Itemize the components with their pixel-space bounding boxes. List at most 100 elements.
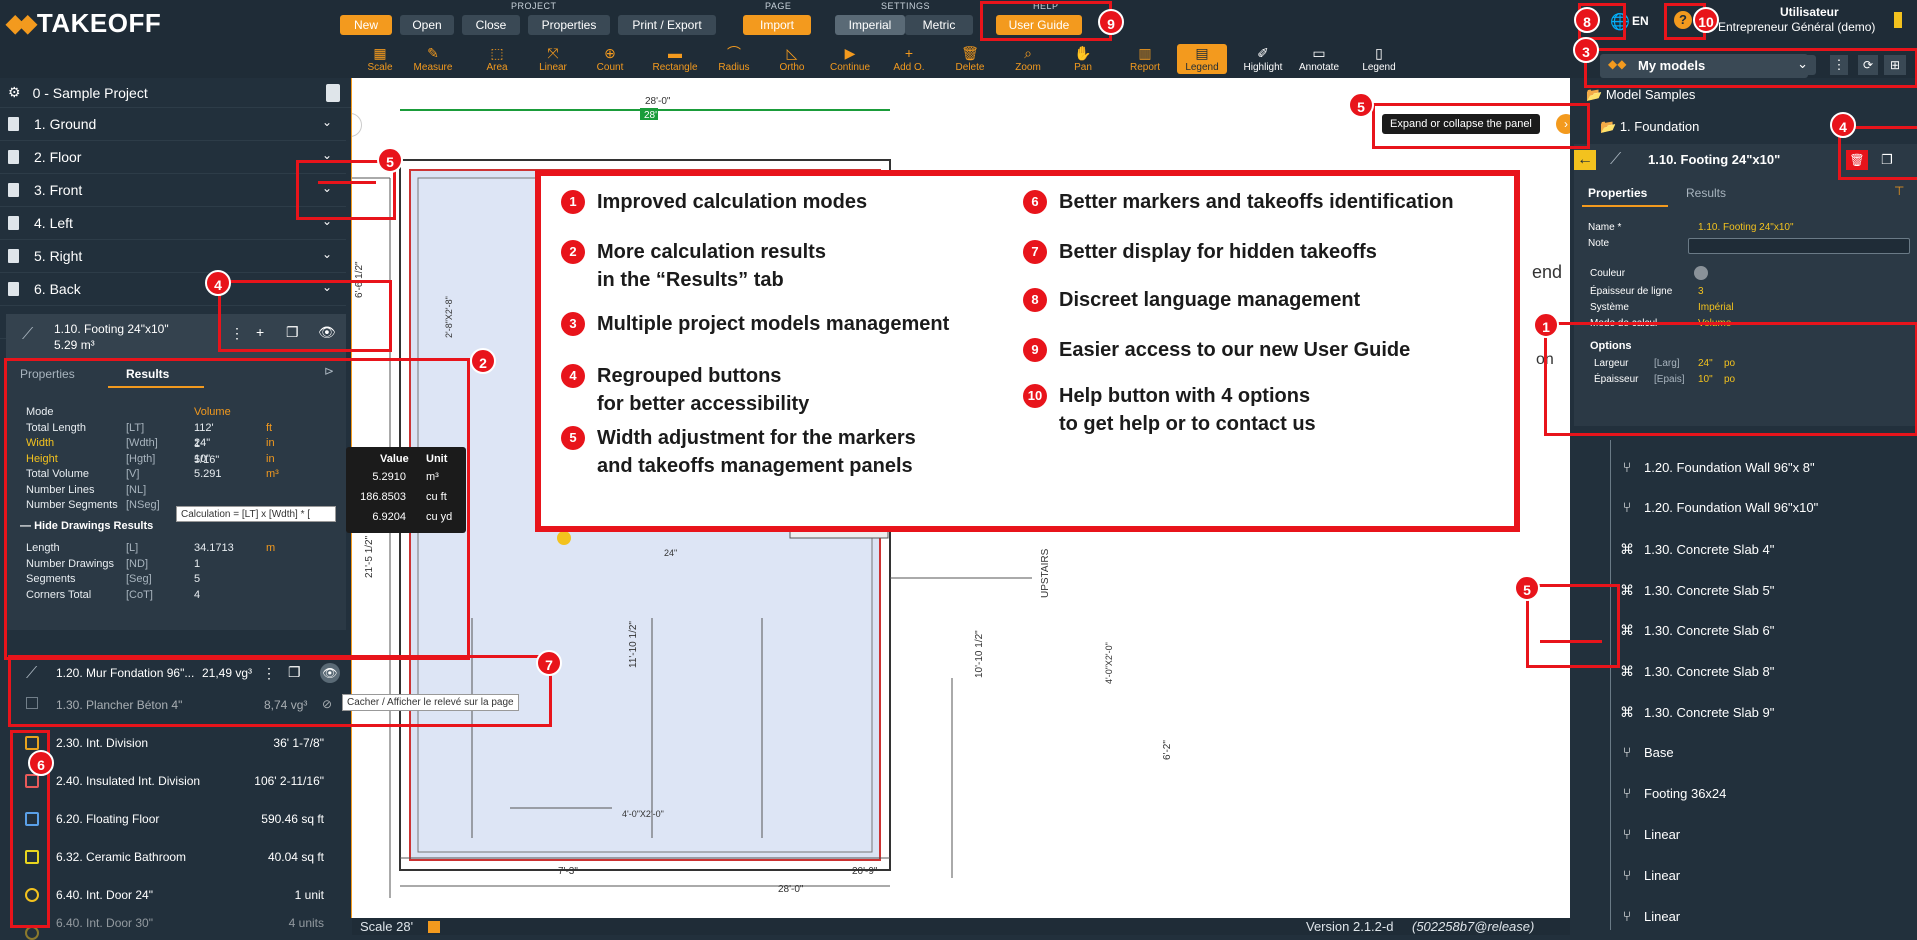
page-item[interactable]: 2. Floor ⌄ <box>0 141 346 174</box>
tool-highlight-button[interactable]: ✐ Highlight <box>1238 44 1288 73</box>
model-item[interactable]: ⑂ Footing 36x24 <box>1620 783 1727 803</box>
note-input[interactable] <box>1688 238 1910 254</box>
tool-add-o-button[interactable]: + Add O. <box>884 44 934 73</box>
imperial-button[interactable]: Imperial <box>835 15 905 35</box>
page-icon <box>8 282 19 296</box>
foundation-label: 1. Foundation <box>1619 119 1700 134</box>
system-value[interactable]: Impérial <box>1698 302 1734 313</box>
linear-tool-icon: ⟋ <box>22 326 34 343</box>
folder-open-icon: 📂 <box>1600 119 1617 134</box>
takeoff-list-item[interactable]: 6.20. Floating Floor 590.46 sq ft <box>0 800 346 838</box>
model-item[interactable]: ⌘ 1.30. Concrete Slab 9" <box>1620 702 1774 722</box>
tool-delete-button[interactable]: 🗑 Delete <box>945 44 995 73</box>
color-swatch[interactable] <box>1694 266 1708 280</box>
takeoff-list-item[interactable]: 6.40. Int. Door 24" 1 unit <box>0 876 346 914</box>
takeoff-list-item[interactable]: 6.40. Int. Door 30" 4 units <box>0 914 346 940</box>
model-samples-folder[interactable]: 📂 Model Samples <box>1586 87 1695 103</box>
features-callout: 1 Improved calculation modes 2 More calcula… <box>535 170 1520 532</box>
tool-legend-button[interactable]: ▯ Legend <box>1354 44 1404 73</box>
area-tool-icon: ⌘ <box>1620 662 1634 679</box>
tool-report-button[interactable]: ▥ Report <box>1120 44 1170 73</box>
tool-continue-button[interactable]: ▶ Continue <box>825 44 875 73</box>
tool-annotate-button[interactable]: ▭ Annotate <box>1294 44 1344 73</box>
takeoff-list-item[interactable]: 6.32. Ceramic Bathroom 40.04 sq ft <box>0 838 346 876</box>
model-item[interactable]: ⌘ 1.30. Concrete Slab 8" <box>1620 661 1774 681</box>
model-item[interactable]: ⌘ 1.30. Concrete Slab 5" <box>1620 580 1774 600</box>
model-item-label: Linear <box>1644 867 1681 883</box>
project-header[interactable]: ⚙ 0 - Sample Project <box>0 78 352 108</box>
scale-icon[interactable] <box>428 921 440 933</box>
thickness-value[interactable]: 3 <box>1698 286 1704 297</box>
add-page-icon[interactable] <box>326 84 340 102</box>
language-selector[interactable]: EN <box>1632 14 1649 28</box>
print-export-button[interactable]: Print / Export <box>618 15 716 35</box>
back-arrow-icon[interactable]: ← <box>1574 150 1596 170</box>
annot-box-5-right <box>1526 584 1620 668</box>
model-item[interactable]: ⑂ Linear <box>1620 906 1680 926</box>
tool-label: Linear <box>539 62 567 73</box>
feature-number: 7 <box>1023 240 1047 264</box>
tool-scale-button[interactable]: ▦ Scale <box>355 44 405 73</box>
new-button[interactable]: New <box>340 15 392 35</box>
annot-box-3 <box>1584 48 1917 88</box>
tool-icon: ▬ <box>668 45 682 61</box>
open-button[interactable]: Open <box>400 15 454 35</box>
tool-rectangle-button[interactable]: ▬ Rectangle <box>650 44 700 73</box>
model-item-label: 1.30. Concrete Slab 5" <box>1644 582 1775 598</box>
dim-label: 24" <box>664 548 677 558</box>
model-item[interactable]: ⌘ 1.30. Concrete Slab 6" <box>1620 620 1774 640</box>
tool-zoom-button[interactable]: ⌕ Zoom <box>1003 44 1053 73</box>
chevron-down-icon[interactable]: ⌄ <box>322 115 332 129</box>
dim-label: 7'-3" <box>558 866 578 877</box>
model-item[interactable]: ⑂ 1.20. Foundation Wall 96"x10" <box>1620 497 1818 517</box>
metric-button[interactable]: Metric <box>905 15 973 35</box>
page-label: 4. Left <box>34 215 73 231</box>
tool-linear-button[interactable]: ⤧ Linear <box>528 44 578 73</box>
model-item-label: 1.30. Concrete Slab 8" <box>1644 663 1775 679</box>
tab-results[interactable]: Results <box>1686 186 1726 200</box>
page-item[interactable]: 4. Left ⌄ <box>0 207 346 240</box>
takeoff-name: 6.32. Ceramic Bathroom <box>56 850 187 864</box>
pin-icon[interactable]: ⊤ <box>1894 184 1904 198</box>
tab-properties[interactable]: Properties <box>1588 186 1647 200</box>
properties-button[interactable]: Properties <box>528 15 610 35</box>
tool-legend-button[interactable]: ▤ Legend <box>1177 44 1227 74</box>
note-label: Note <box>1588 238 1610 249</box>
close-button[interactable]: Close <box>462 15 520 35</box>
foundation-folder[interactable]: 📂 1. Foundation <box>1600 119 1699 135</box>
tool-measure-button[interactable]: ✎ Measure <box>408 44 458 73</box>
tool-count-button[interactable]: ⊕ Count <box>585 44 635 73</box>
tree-line <box>1610 440 1611 930</box>
model-item[interactable]: ⌘ 1.30. Concrete Slab 4" <box>1620 539 1774 559</box>
tool-label: Add O. <box>893 62 925 73</box>
feature-number: 5 <box>561 426 585 450</box>
takeoff-value: 106' 2-11/16" <box>254 774 324 788</box>
tool-ortho-button[interactable]: ◺ Ortho <box>767 44 817 73</box>
feature-subtitle: to get help or to contact us <box>1059 413 1316 435</box>
page-label: 5. Right <box>34 248 83 264</box>
model-item-label: 1.30. Concrete Slab 4" <box>1644 541 1775 557</box>
feature-title: Improved calculation modes <box>597 191 868 213</box>
takeoff-name: 6.20. Floating Floor <box>56 812 160 826</box>
tool-pan-button[interactable]: ✋ Pan <box>1058 44 1108 73</box>
model-item[interactable]: ⑂ 1.20. Foundation Wall 96"x 8" <box>1620 457 1815 477</box>
linear-tool-icon: ⑂ <box>1622 826 1632 842</box>
page-item[interactable]: 3. Front ⌄ <box>0 174 346 207</box>
tool-icon: ▦ <box>373 45 387 61</box>
chevron-down-icon[interactable]: ⌄ <box>322 247 332 261</box>
name-value[interactable]: 1.10. Footing 24"x10" <box>1698 222 1794 233</box>
model-item[interactable]: ⑂ Base <box>1620 742 1674 762</box>
model-item[interactable]: ⑂ Linear <box>1620 865 1680 885</box>
tool-area-button[interactable]: ⬚ Area <box>472 44 522 73</box>
linear-tool-icon: ⑂ <box>1622 744 1632 760</box>
annotation-badge: 6 <box>28 750 54 776</box>
import-button[interactable]: Import <box>743 15 811 35</box>
thickness-label: Épaisseur de ligne <box>1590 286 1673 297</box>
model-item[interactable]: ⑂ Linear <box>1620 824 1680 844</box>
page-item[interactable]: 1. Ground ⌄ <box>0 108 346 141</box>
feature-title: Easier access to our new User Guide <box>1059 339 1411 361</box>
tool-radius-button[interactable]: ⌒ Radius <box>709 44 759 73</box>
linear-tool-icon: ⑂ <box>1622 867 1632 883</box>
page-item[interactable]: 5. Right ⌄ <box>0 240 346 273</box>
panel-edge-icon <box>1894 12 1902 28</box>
